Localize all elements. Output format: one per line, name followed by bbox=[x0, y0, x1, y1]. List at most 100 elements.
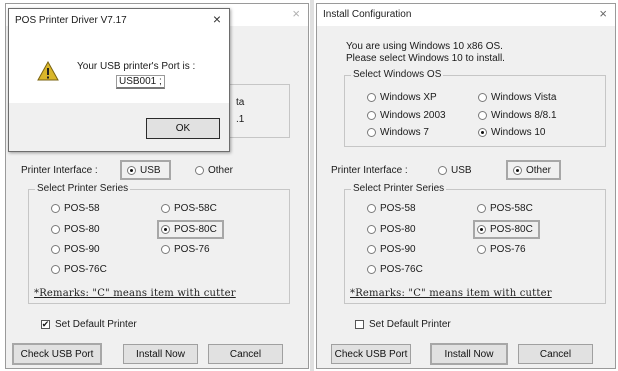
radio-label: Windows Vista bbox=[491, 92, 557, 103]
radio-dot bbox=[367, 265, 376, 274]
radio-label: POS-90 bbox=[380, 244, 416, 255]
series-radio-pos-90[interactable]: POS-90 bbox=[367, 244, 416, 255]
radio-label: POS-58C bbox=[174, 203, 217, 214]
radio-dot bbox=[367, 245, 376, 254]
series-radio-pos-58[interactable]: POS-58 bbox=[51, 203, 100, 214]
radio-label: POS-80 bbox=[380, 224, 416, 235]
radio-label: POS-76 bbox=[174, 244, 210, 255]
check-usb-port-button[interactable]: Check USB Port bbox=[12, 343, 102, 365]
cancel-button[interactable]: Cancel bbox=[208, 344, 283, 364]
window-divider bbox=[310, 0, 314, 371]
radio-dot bbox=[51, 245, 60, 254]
checkbox-label: Set Default Printer bbox=[55, 319, 137, 330]
window-title: Install Configuration bbox=[323, 9, 412, 20]
button-label: Cancel bbox=[229, 348, 262, 360]
close-icon[interactable]: × bbox=[213, 11, 221, 27]
series-radio-pos-58[interactable]: POS-58 bbox=[367, 203, 416, 214]
radio-dot bbox=[51, 204, 60, 213]
radio-label: Other bbox=[208, 165, 234, 176]
os-info-line: Please select Windows 10 to install. bbox=[346, 53, 505, 64]
radio-label: POS-58C bbox=[490, 203, 533, 214]
printer-interface-label: Printer Interface : bbox=[21, 165, 98, 176]
series-radio-pos-76c[interactable]: POS-76C bbox=[367, 264, 423, 275]
group-legend: Select Windows OS bbox=[351, 69, 444, 80]
button-label: Check USB Port bbox=[20, 348, 94, 360]
button-label: Install Now bbox=[136, 348, 185, 360]
group-legend: Select Printer Series bbox=[35, 183, 131, 194]
radio-label: Windows XP bbox=[380, 92, 437, 103]
radio-dot bbox=[51, 225, 60, 234]
radio-dot bbox=[477, 204, 486, 213]
radio-label: Windows 10 bbox=[491, 127, 546, 138]
radio-label: POS-80 bbox=[64, 224, 100, 235]
radio-dot bbox=[367, 225, 376, 234]
radio-label: Other bbox=[526, 164, 552, 176]
radio-dot bbox=[478, 128, 487, 137]
series-radio-pos-90[interactable]: POS-90 bbox=[51, 244, 100, 255]
series-radio-pos-58c[interactable]: POS-58C bbox=[161, 203, 217, 214]
interface-other-radio[interactable]: Other bbox=[505, 160, 562, 180]
series-radio-pos-80c[interactable]: POS-80C bbox=[157, 220, 224, 239]
button-label: Cancel bbox=[539, 348, 572, 360]
dialog-title: POS Printer Driver V7.17 bbox=[15, 15, 127, 26]
close-icon[interactable]: × bbox=[292, 7, 300, 21]
radio-label: Windows 8/8.1 bbox=[491, 110, 557, 121]
radio-dot bbox=[513, 165, 522, 175]
series-radio-pos-80[interactable]: POS-80 bbox=[367, 224, 416, 235]
partial-os-label: ta bbox=[236, 97, 245, 108]
radio-dot bbox=[161, 245, 170, 254]
set-default-printer-checkbox[interactable]: ✔ Set Default Printer bbox=[41, 319, 137, 330]
os-radio-windows-10[interactable]: Windows 10 bbox=[478, 127, 545, 138]
os-radio-windows-7[interactable]: Windows 7 bbox=[367, 127, 429, 138]
checkbox-box: ✔ bbox=[41, 320, 50, 329]
interface-usb-radio[interactable]: USB bbox=[120, 160, 171, 180]
install-now-button[interactable]: Install Now bbox=[123, 344, 198, 364]
interface-usb-radio[interactable]: USB bbox=[438, 165, 472, 176]
radio-label: POS-76C bbox=[380, 264, 423, 275]
set-default-printer-checkbox[interactable]: Set Default Printer bbox=[355, 319, 451, 330]
radio-dot bbox=[367, 204, 376, 213]
button-label: Check USB Port bbox=[334, 348, 408, 360]
os-radio-windows-2003[interactable]: Windows 2003 bbox=[367, 110, 446, 121]
series-radio-pos-80[interactable]: POS-80 bbox=[51, 224, 100, 235]
remarks-note: *Remarks: "C" means item with cutter bbox=[350, 288, 552, 299]
radio-dot bbox=[367, 93, 376, 102]
dialog-footer: OK bbox=[9, 103, 229, 151]
series-radio-pos-76[interactable]: POS-76 bbox=[161, 244, 210, 255]
radio-label: Windows 2003 bbox=[380, 110, 446, 121]
cancel-button[interactable]: Cancel bbox=[518, 344, 593, 364]
os-radio-windows-vista[interactable]: Windows Vista bbox=[478, 92, 556, 103]
check-usb-port-button[interactable]: Check USB Port bbox=[331, 344, 411, 364]
series-radio-pos-76[interactable]: POS-76 bbox=[477, 244, 526, 255]
group-legend: Select Printer Series bbox=[351, 183, 447, 194]
os-info-line: You are using Windows 10 x86 OS. bbox=[346, 41, 503, 52]
checkbox-box bbox=[355, 320, 364, 329]
os-radio-windows-xp[interactable]: Windows XP bbox=[367, 92, 437, 103]
series-radio-pos-58c[interactable]: POS-58C bbox=[477, 203, 533, 214]
radio-dot bbox=[195, 166, 204, 175]
radio-dot bbox=[161, 204, 170, 213]
radio-dot bbox=[477, 225, 486, 234]
series-radio-pos-80c[interactable]: POS-80C bbox=[473, 220, 540, 239]
partial-os-label: .1 bbox=[236, 114, 245, 125]
os-radio-windows-8[interactable]: Windows 8/8.1 bbox=[478, 110, 557, 121]
close-icon[interactable]: × bbox=[599, 7, 607, 21]
right-title-bar: Install Configuration × bbox=[317, 4, 615, 26]
radio-dot bbox=[161, 225, 170, 234]
radio-dot bbox=[51, 265, 60, 274]
ok-button[interactable]: OK bbox=[146, 118, 220, 139]
printer-interface-label: Printer Interface : bbox=[331, 165, 408, 176]
radio-label: POS-80C bbox=[174, 224, 217, 235]
radio-label: USB bbox=[451, 165, 472, 176]
button-label: Install Now bbox=[444, 348, 494, 360]
usb-port-message-dialog: POS Printer Driver V7.17 × Your USB prin… bbox=[8, 8, 230, 152]
install-now-button[interactable]: Install Now bbox=[430, 343, 508, 365]
radio-dot bbox=[367, 111, 376, 120]
radio-label: USB bbox=[140, 164, 161, 176]
usb-port-value: USB001 ; bbox=[116, 75, 165, 89]
radio-dot bbox=[367, 128, 376, 137]
right-install-window: Install Configuration × You are using Wi… bbox=[316, 3, 616, 369]
check-icon: ✔ bbox=[41, 319, 50, 329]
interface-other-radio[interactable]: Other bbox=[195, 165, 233, 176]
series-radio-pos-76c[interactable]: POS-76C bbox=[51, 264, 107, 275]
